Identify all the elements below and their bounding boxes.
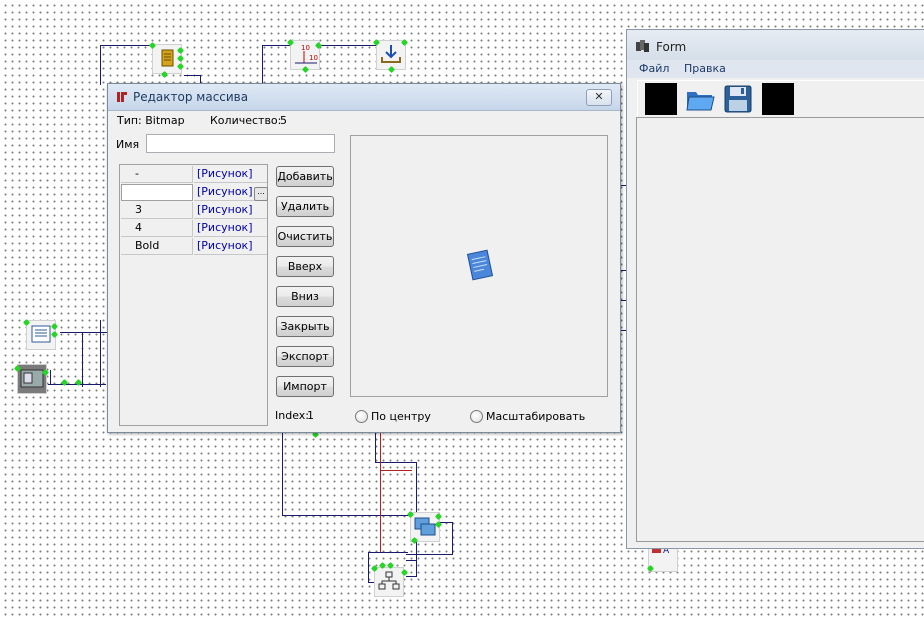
item-value-cell[interactable]: [Рисунок]	[194, 220, 267, 237]
folder-open-icon	[686, 92, 715, 111]
item-value-cell[interactable]: [Рисунок]	[194, 202, 267, 219]
item-name-cell[interactable]: -	[121, 166, 193, 183]
scale-radio-label[interactable]: Масштабировать	[486, 410, 585, 423]
center-radio-label[interactable]: По центру	[371, 410, 431, 423]
items-grid[interactable]: - [Рисунок] [Рисунок] ... 3 [Рисунок] 4 …	[119, 164, 268, 426]
item-value-cell[interactable]: [Рисунок]	[194, 166, 267, 183]
document-image-icon	[466, 249, 494, 281]
center-radio[interactable]	[355, 410, 368, 423]
image-preview	[350, 135, 608, 397]
image-box-icon	[20, 369, 44, 388]
toolbar-button-4[interactable]	[762, 83, 794, 115]
toolbar-button-1[interactable]	[645, 83, 677, 115]
app-logo-icon	[636, 40, 649, 52]
add-button[interactable]: Добавить	[276, 166, 334, 187]
editor-title: Редактор массива	[133, 90, 249, 104]
item-name-cell[interactable]: 4	[121, 220, 193, 237]
editor-titlebar[interactable]: Редактор массива ✕	[108, 84, 620, 111]
name-label: Имя	[116, 138, 140, 151]
menu-file[interactable]: Файл	[639, 62, 669, 75]
tree-hierarchy-icon	[378, 571, 400, 590]
table-row[interactable]: Bold [Рисунок]	[121, 238, 267, 255]
floppy-save-icon	[724, 85, 752, 113]
move-up-button[interactable]: Вверх	[276, 256, 334, 277]
tree-component[interactable]	[374, 567, 404, 597]
item-value-cell[interactable]: [Рисунок]	[194, 238, 267, 255]
svg-text:10: 10	[309, 54, 318, 62]
form-title: Form	[656, 40, 687, 54]
name-input[interactable]	[146, 134, 335, 153]
export-button[interactable]: Экспорт	[276, 346, 334, 367]
table-row[interactable]: 3 [Рисунок]	[121, 202, 267, 219]
toolbar-open-button[interactable]	[684, 83, 716, 115]
import-button[interactable]: Импорт	[276, 376, 334, 397]
form-window: Form Файл Правка	[626, 29, 924, 549]
count-label: Количество:	[210, 114, 282, 127]
clear-button[interactable]: Очистить	[276, 226, 334, 247]
array-editor-dialog: Редактор массива ✕ Тип: Bitmap Количеств…	[107, 83, 621, 433]
index-value: 1	[307, 409, 314, 422]
form-client-area[interactable]	[636, 117, 924, 542]
ellipsis-button[interactable]: ...	[254, 187, 268, 201]
download-icon	[381, 45, 401, 63]
index-label: Index:	[275, 409, 309, 422]
move-down-button[interactable]: Вниз	[276, 286, 334, 307]
count-value: 5	[280, 114, 287, 127]
item-name-cell[interactable]: 3	[121, 202, 193, 219]
scale-radio[interactable]	[470, 410, 483, 423]
close-button[interactable]: ✕	[586, 89, 612, 106]
image-component[interactable]	[17, 364, 47, 394]
type-label: Тип: Bitmap	[117, 114, 185, 127]
svg-text:10: 10	[301, 44, 310, 52]
table-row[interactable]: 4 [Рисунок]	[121, 220, 267, 237]
form-titlebar[interactable]: Form	[627, 30, 924, 60]
close-icon: ✕	[594, 90, 604, 103]
delete-button[interactable]: Удалить	[276, 196, 334, 217]
close-dialog-button[interactable]: Закрыть	[276, 316, 334, 337]
item-name-editor[interactable]	[121, 184, 193, 201]
menu-edit[interactable]: Правка	[684, 62, 726, 75]
toolbar-save-button[interactable]	[722, 83, 754, 115]
editor-app-icon	[117, 92, 127, 102]
form-menubar: Файл Правка	[627, 60, 924, 78]
table-row[interactable]: [Рисунок] ...	[121, 184, 268, 201]
table-row[interactable]: - [Рисунок]	[121, 166, 267, 183]
item-name-cell[interactable]: Bold	[121, 238, 193, 255]
